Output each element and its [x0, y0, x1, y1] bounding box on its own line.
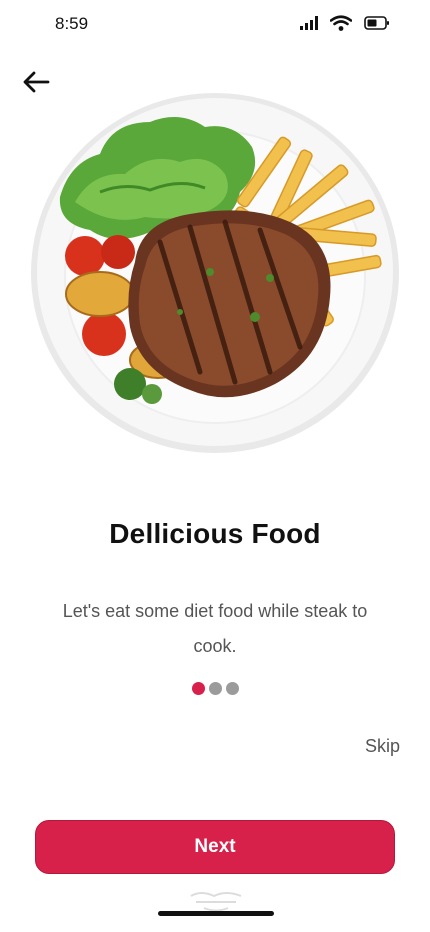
arrow-left-icon [23, 71, 50, 93]
steak-plate-illustration [31, 93, 399, 453]
pagination-dots [0, 682, 430, 695]
home-indicator [158, 911, 274, 916]
status-time: 8:59 [55, 14, 89, 33]
watermark-logo [190, 892, 242, 912]
battery-icon [364, 16, 389, 30]
pagination-dot[interactable] [208, 682, 222, 695]
wifi-icon [330, 15, 352, 31]
pagination-dot-active[interactable] [191, 682, 205, 695]
status-icons [300, 15, 390, 31]
skip-button[interactable]: Skip [365, 736, 400, 757]
onboarding-subtitle: Let's eat some diet food while steak to … [62, 601, 368, 656]
onboarding-title: Dellicious Food [109, 518, 321, 549]
pagination-dot[interactable] [225, 682, 239, 695]
cellular-signal-icon [300, 16, 318, 30]
status-bar: 8:59 [0, 0, 430, 48]
next-button[interactable]: Next [35, 820, 395, 874]
